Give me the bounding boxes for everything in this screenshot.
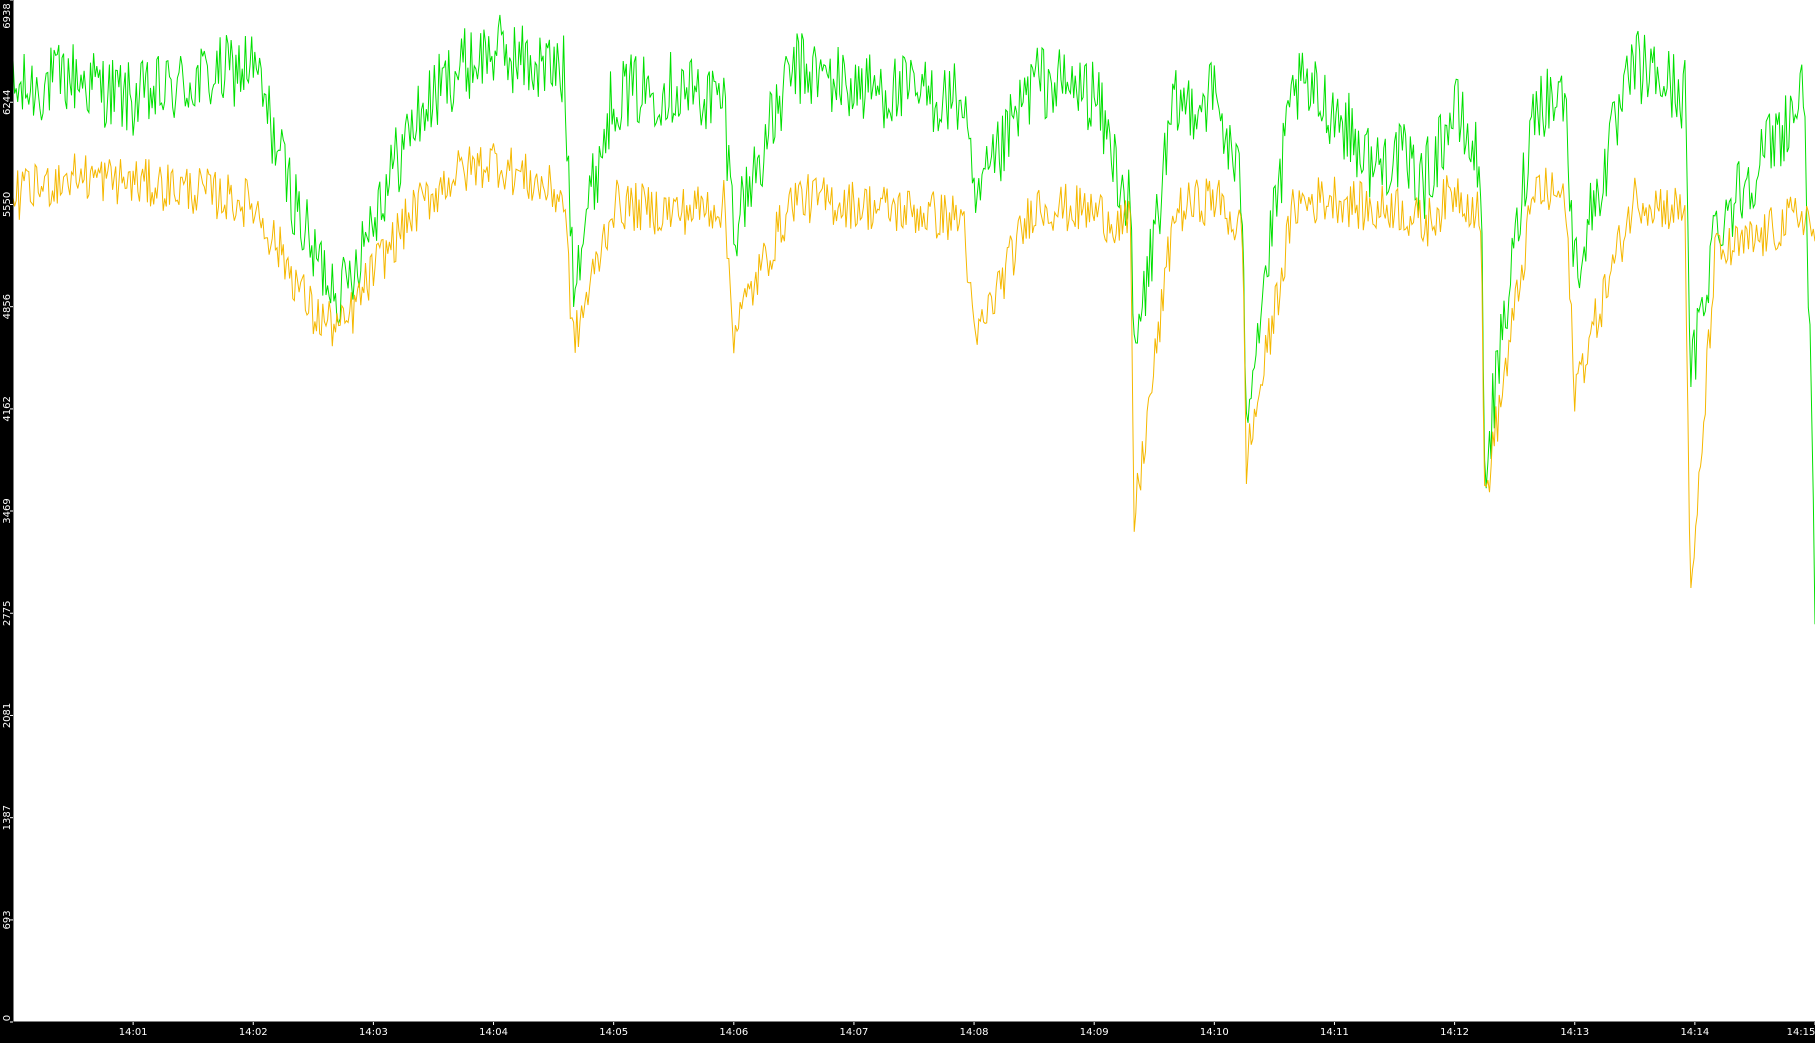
y-tick-label: 0 <box>2 1015 13 1021</box>
x-tick-label: 14:15 <box>1787 1027 1815 1038</box>
x-tick-label: 14:14 <box>1680 1027 1709 1038</box>
y-tick-label: 1387 <box>2 805 13 830</box>
y-tick-label: 693 <box>2 910 13 929</box>
y-tick-label: 3469 <box>2 498 13 523</box>
x-tick-label: 14:11 <box>1320 1027 1349 1038</box>
x-tick-label: 14:10 <box>1200 1027 1229 1038</box>
x-tick-label: 14:02 <box>239 1027 268 1038</box>
y-tick-label: 4856 <box>2 294 13 319</box>
y-tick-label: 6938 <box>2 3 13 28</box>
plot-area <box>13 0 1815 1022</box>
x-tick-label: 14:08 <box>960 1027 989 1038</box>
y-tick-label: 2081 <box>2 703 13 728</box>
line-chart: 0 693 1387 2081 2775 3469 4162 4856 5550 6244 6938… <box>2 0 1815 1038</box>
x-tick-label: 14:04 <box>479 1027 508 1038</box>
x-tick-label: 14:06 <box>719 1027 748 1038</box>
x-tick-label: 14:13 <box>1560 1027 1589 1038</box>
x-tick-label: 14:03 <box>359 1027 388 1038</box>
x-tick-label: 14:12 <box>1440 1027 1469 1038</box>
y-tick-label: 6244 <box>2 90 13 115</box>
y-tick-label: 5550 <box>2 192 13 217</box>
x-tick-label: 14:09 <box>1080 1027 1109 1038</box>
x-tick-layer: 14:01 14:02 14:03 14:04 14:05 14:06 14:07 14:08… <box>119 1022 1815 1038</box>
chart-container: 0 693 1387 2081 2775 3469 4162 4856 5550 6244 6938… <box>0 0 1815 1039</box>
y-tick-label: 2775 <box>2 601 13 626</box>
x-tick-label: 14:05 <box>599 1027 628 1038</box>
y-tick-layer: 0 693 1387 2081 2775 3469 4162 4856 5550 6244 6938 <box>2 0 13 1023</box>
x-tick-label: 14:01 <box>119 1027 148 1038</box>
x-tick-label: 14:07 <box>840 1027 869 1038</box>
y-tick-label: 4162 <box>2 396 13 421</box>
